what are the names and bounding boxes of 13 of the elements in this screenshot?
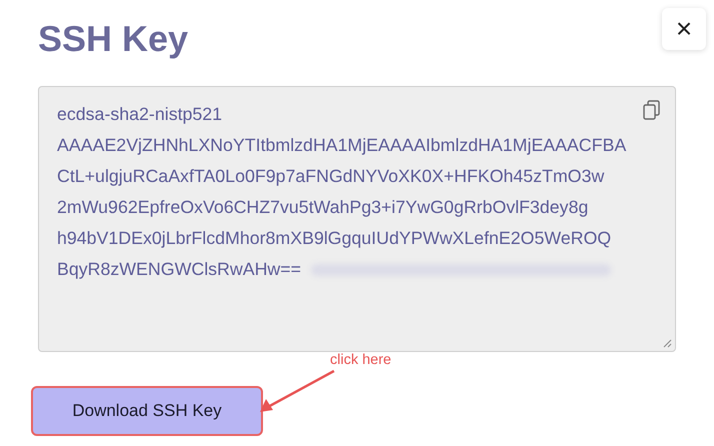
key-text-line: AAAAE2VjZHNhLXNoYTItbmlzdHA1MjEAAAAIbmlzdHA1MjEAAACFBA <box>57 135 626 156</box>
key-text-line: CtL+ulgjuRCaAxfTA0Lo0F9p7aFNGdNYVoXK0X+HFKOh45zTmO3w <box>57 166 604 187</box>
resize-grip-icon[interactable] <box>663 339 672 348</box>
key-text-line: h94bV1DEx0jLbrFlcdMhor8mXB9lGgquIUdYPWwXLefnE2O5WeROQ <box>57 228 612 249</box>
key-text-line: BqyR8zWENGWClsRwAHw== <box>57 259 302 280</box>
close-button[interactable]: × <box>662 8 706 50</box>
copy-icon[interactable] <box>643 100 661 120</box>
key-text-line: 2mWu962EpfreOxVo6CHZ7vu5tWahPg3+i7YwG0gRrbOvlF3dey8g <box>57 197 588 218</box>
key-text-line: ecdsa-sha2-nistp521 <box>57 104 222 125</box>
download-button[interactable]: Download SSH Key <box>31 386 263 436</box>
key-text-area[interactable] <box>38 86 676 352</box>
annotation-text: click here <box>330 352 392 368</box>
dialog-title: SSH Key <box>38 18 188 60</box>
